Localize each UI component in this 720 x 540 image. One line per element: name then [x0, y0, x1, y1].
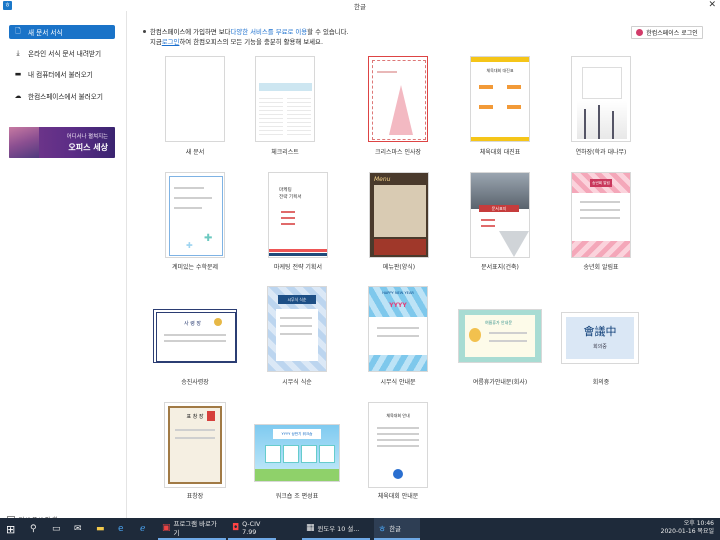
template-label: 체육대회 대진표 — [479, 149, 521, 156]
template-thumb-year-end[interactable]: 송년회 알림 — [571, 172, 631, 258]
taskbar-app-windows-settings[interactable]: ▦ 윈도우 10 설... — [302, 518, 370, 540]
banner-title: 오피스 세상 — [68, 143, 108, 152]
template-thumb-ceremony[interactable]: 시무식 식순 — [267, 286, 327, 372]
template-label: 체육대회 안내문 — [377, 493, 419, 500]
template-label: 승진사령장 — [181, 379, 209, 386]
sidebar-item-new-template[interactable]: 🗋 새 문서 서식 — [9, 25, 115, 39]
template-thumb-blank[interactable] — [165, 56, 225, 142]
hancomspace-login-button[interactable]: 한컴스페이스 로그인 — [631, 26, 703, 39]
template-label: 시무식 식순 — [282, 379, 312, 386]
search-icon[interactable]: ⚲ — [30, 518, 37, 540]
taskbar-app-qciv[interactable]: ◘ Q-CIV 7.99 — [228, 518, 276, 540]
notice-text-2: 할 수 있습니다. — [307, 27, 349, 36]
sidebar: 🗋 새 문서 서식 ⤓ 온라인 서식 문서 내려받기 ▬ 내 컴퓨터에서 불러오… — [0, 11, 127, 524]
template-thumb-cover[interactable]: 문서표지 — [470, 172, 530, 258]
template-label: 연하장(학과 대나무) — [575, 149, 627, 156]
template-thumb-marketing[interactable]: 마케팅 전략 기획서 — [268, 172, 328, 258]
banner-illustration — [9, 127, 39, 158]
window-title: 한글 — [354, 3, 366, 11]
notice-text: 한컴스페이스에 가입하면 보다 다양한 서비스를 무료로 이용 할 수 있습니다… — [143, 26, 349, 46]
close-icon[interactable]: ✕ — [708, 0, 716, 11]
template-label: 워크숍 조 편성표 — [275, 493, 319, 500]
download-icon: ⤓ — [16, 48, 20, 57]
system-clock[interactable]: 오후 10:46 2020-01-16 목요일 — [661, 520, 714, 536]
sidebar-item-online-download[interactable]: ⤓ 온라인 서식 문서 내려받기 — [9, 46, 115, 60]
template-thumb-promotion[interactable]: 사 령 장 — [153, 309, 237, 363]
template-thumb-menu[interactable]: Menu — [369, 172, 429, 258]
edge-icon[interactable]: e — [118, 518, 124, 540]
taskbar-app-hangul[interactable]: ㅎ 한글 — [374, 518, 420, 540]
clock-time: 오후 10:46 — [683, 520, 714, 527]
login-link[interactable]: 로그인 — [162, 37, 180, 46]
banner-subtitle: 어디서나 펼쳐지는 — [66, 134, 108, 140]
template-label: 시무식 안내문 — [380, 379, 416, 386]
q-icon: ◘ — [232, 523, 240, 533]
cloud-icon: ☁ — [14, 92, 22, 100]
template-thumb-checklist[interactable] — [255, 56, 315, 142]
template-thumb-vacation[interactable]: 여름휴가 안내문 — [458, 309, 542, 363]
sidebar-item-label: 새 문서 서식 — [28, 29, 63, 37]
template-thumb-christmas[interactable] — [368, 56, 428, 142]
windows-start-icon[interactable]: ⊞ — [6, 518, 15, 540]
ie-icon[interactable]: ℯ — [140, 518, 145, 540]
template-label: 문서표지(건축) — [481, 264, 519, 271]
title-bar: ㅎ 한글 ✕ — [0, 0, 720, 11]
template-label: 표창장 — [186, 493, 204, 500]
template-thumb-award[interactable]: 표 창 장 — [164, 402, 226, 488]
mail-icon[interactable]: ✉ — [74, 518, 82, 540]
template-label: 크리스마스 인사장 — [374, 149, 422, 156]
clock-date: 2020-01-16 목요일 — [660, 528, 714, 535]
hangul-icon: ㅎ — [378, 524, 387, 535]
taskbar: ⊞ ⚲ ▭ ✉ ▬ e ℯ ▣ 프로그램 바로가기 ◘ Q-CIV 7.99 ▦… — [0, 518, 720, 540]
notice-text-1: 한컴스페이스에 가입하면 보다 — [150, 27, 231, 36]
sidebar-item-label: 내 컴퓨터에서 불러오기 — [28, 71, 93, 79]
template-thumb-workshop[interactable]: YYYY 상반기 워크숍 — [254, 424, 340, 482]
template-label: 마케팅 전략 기획서 — [274, 264, 322, 271]
sidebar-item-label: 온라인 서식 문서 내려받기 — [28, 50, 102, 58]
login-button-label: 한컴스페이스 로그인 — [646, 30, 698, 37]
template-label: 메뉴판(양식) — [382, 264, 416, 271]
task-view-icon[interactable]: ▭ — [52, 518, 61, 540]
template-label: 여름휴가안내문(회사) — [472, 379, 528, 386]
template-label: 송년회 알림표 — [583, 264, 619, 271]
taskbar-app-program-shortcut[interactable]: ▣ 프로그램 바로가기 — [158, 518, 226, 540]
office-banner[interactable]: 어디서나 펼쳐지는 오피스 세상 — [9, 127, 115, 158]
template-thumb-math[interactable]: ✚ ✚ — [165, 172, 225, 258]
sidebar-item-open-local[interactable]: ▬ 내 컴퓨터에서 불러오기 — [9, 67, 115, 81]
template-label: 체크리스트 — [271, 149, 299, 156]
tv-icon: ▣ — [162, 523, 171, 533]
template-label: 계미있는 수학문제 — [171, 264, 219, 271]
template-thumb-meeting[interactable]: 會議中 회의중 — [561, 312, 639, 364]
folder-icon: ▬ — [14, 70, 22, 78]
document-icon: 🗋 — [15, 26, 21, 35]
template-thumb-newyear-notice[interactable]: HAPPY NEW YEAR YYYY — [368, 286, 428, 372]
window-icon: ▦ — [306, 523, 315, 533]
template-thumb-bracket[interactable]: 체육대회 대진표 — [470, 56, 530, 142]
folder-taskbar-icon[interactable]: ▬ — [96, 518, 105, 540]
template-label: 회의중 — [592, 379, 610, 386]
bullet-icon — [143, 29, 146, 33]
template-thumb-newyear-bamboo[interactable] — [571, 56, 631, 142]
notice-text-3: 지금 — [150, 37, 162, 46]
template-label: 새 문서 — [185, 149, 205, 156]
notice-text-4: 하여 한컴오피스의 모든 기능을 충분히 활용해 보세요. — [179, 37, 323, 46]
sidebar-item-label: 한컴스페이스에서 불러오기 — [28, 93, 103, 101]
sidebar-item-open-hancomspace[interactable]: ☁ 한컴스페이스에서 불러오기 — [9, 89, 115, 103]
free-services-link[interactable]: 다양한 서비스를 무료로 이용 — [231, 27, 308, 36]
hancomspace-logo-icon — [636, 29, 644, 36]
template-thumb-sports-notice[interactable]: 체육대회 안내 — [368, 402, 428, 488]
